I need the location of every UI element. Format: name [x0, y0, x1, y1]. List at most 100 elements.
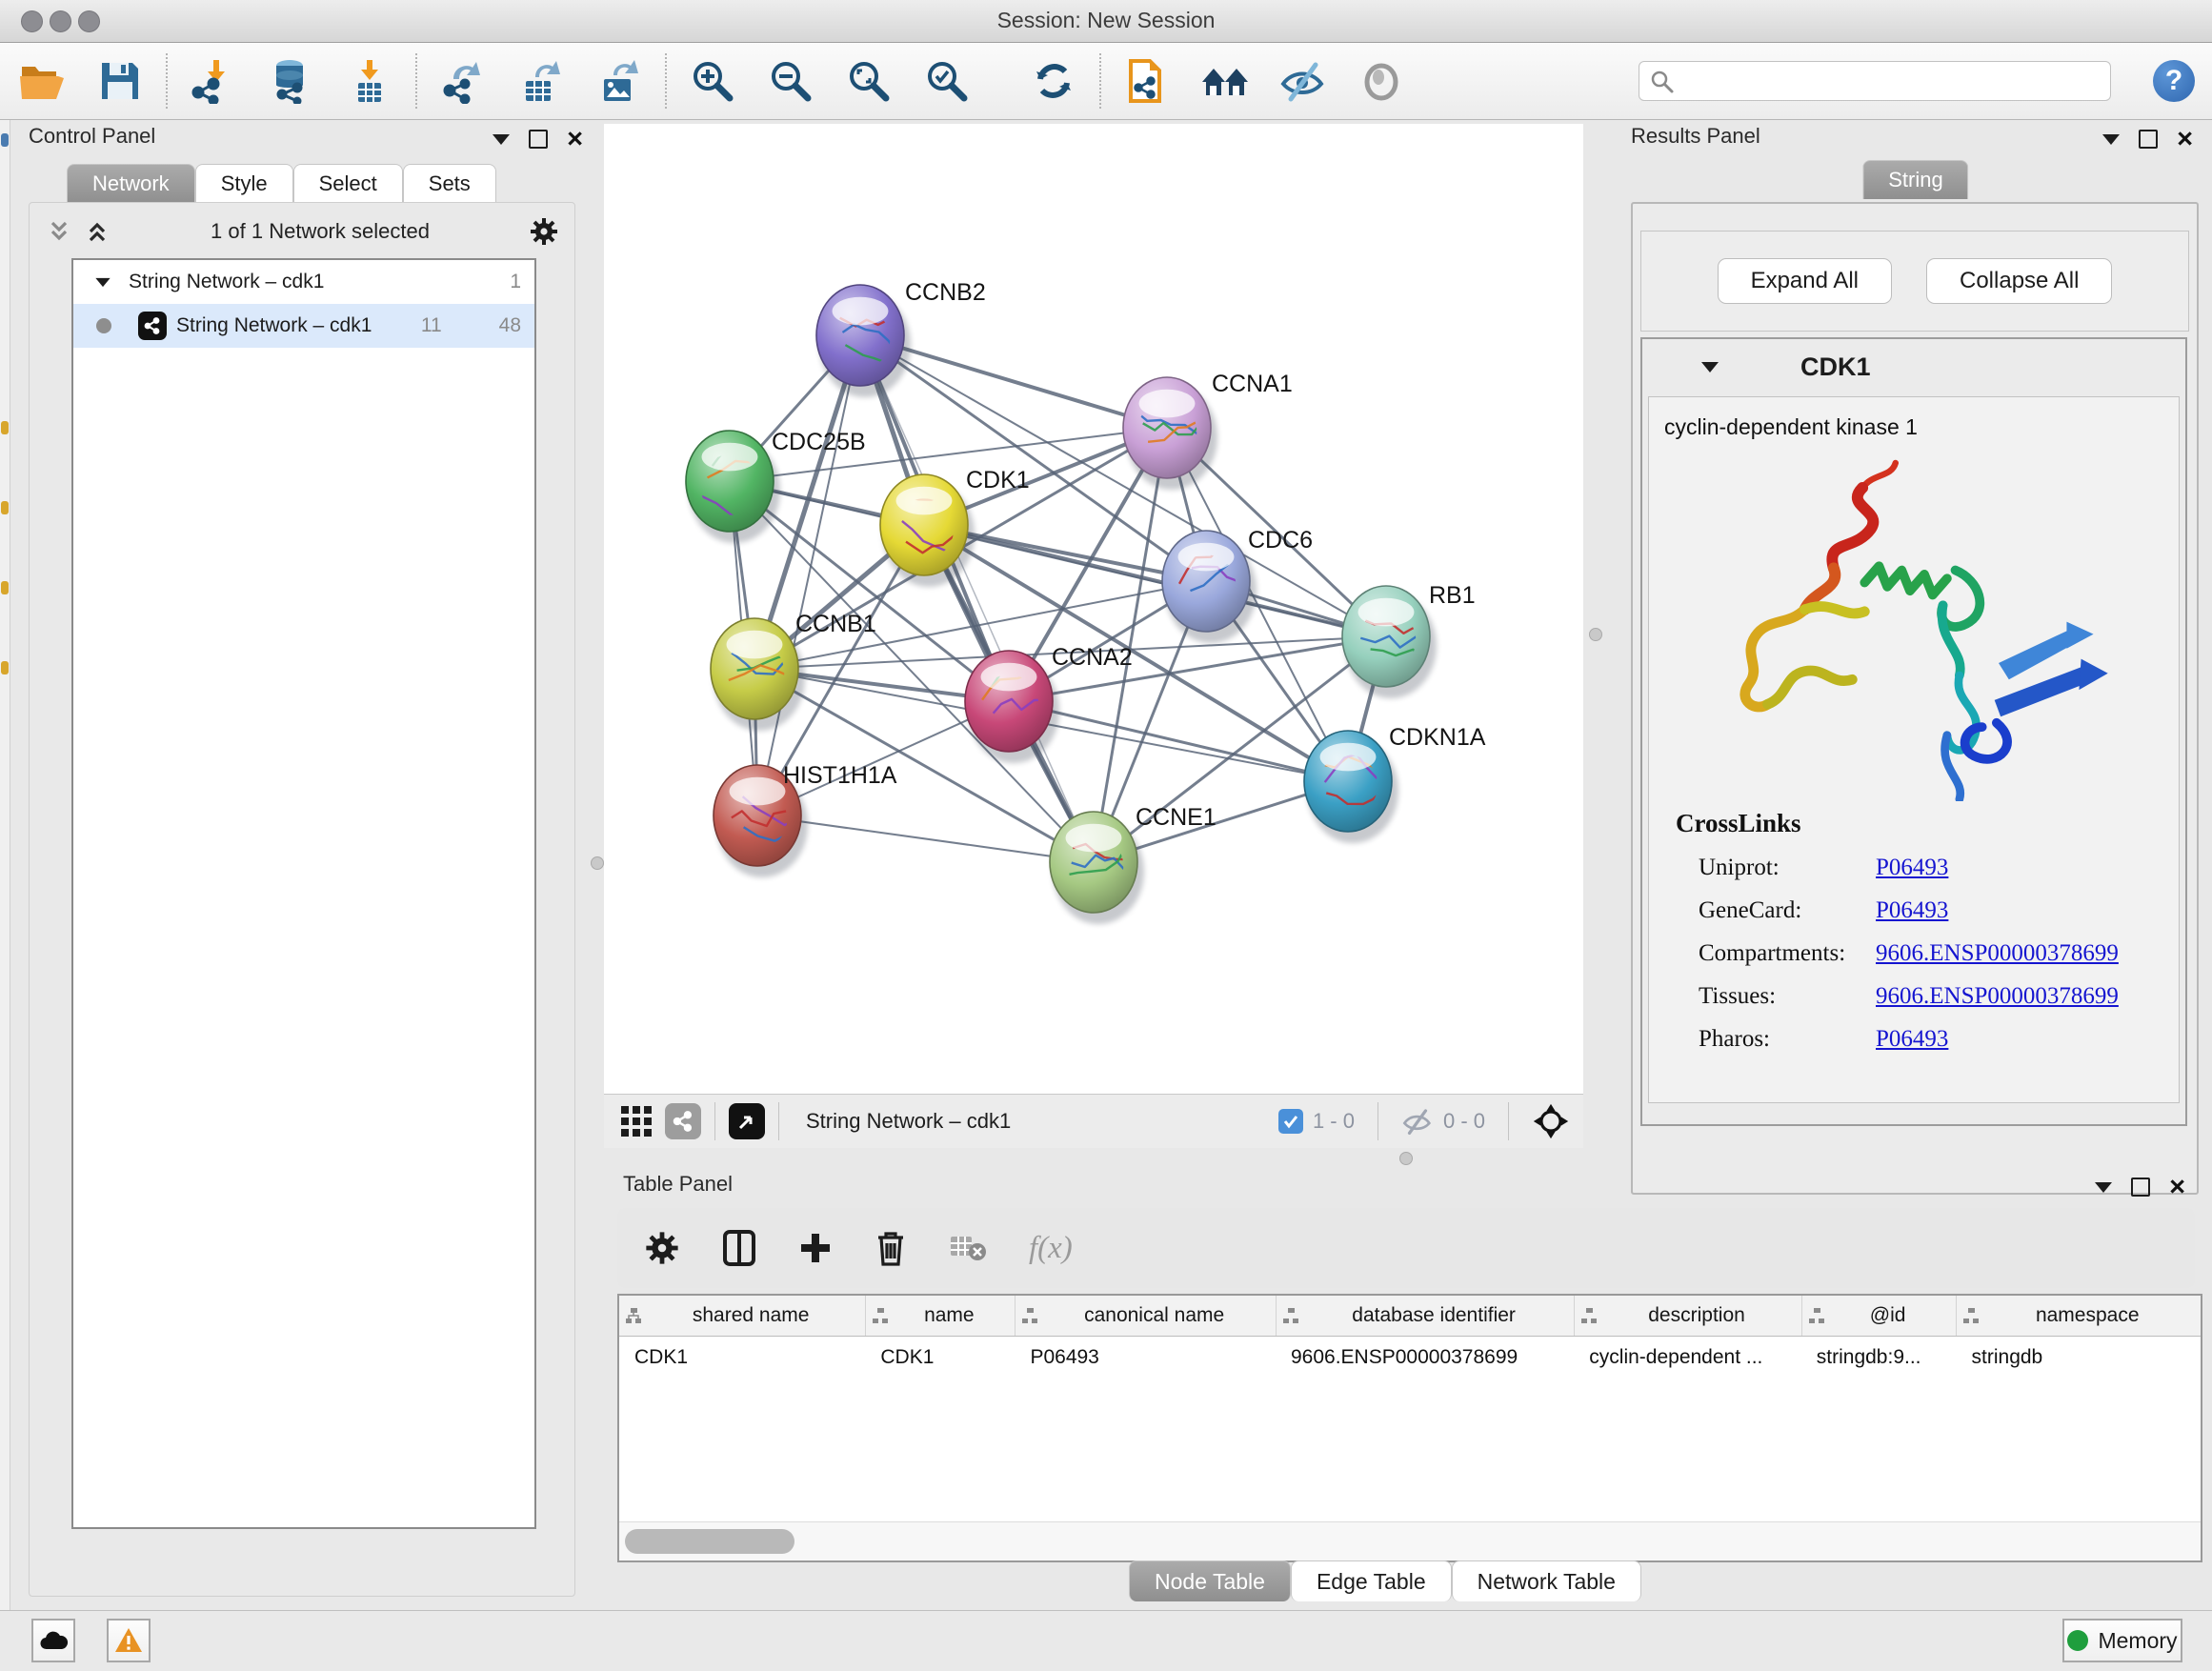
column-header[interactable]: namespace: [1980, 1304, 2195, 1327]
collapse-all-button[interactable]: Collapse All: [1926, 258, 2112, 304]
tab-network-table[interactable]: Network Table: [1452, 1560, 1641, 1601]
network-options-gear-icon[interactable]: [529, 216, 559, 247]
cell-canonical-name[interactable]: P06493: [1015, 1337, 1276, 1379]
cell-namespace[interactable]: stringdb: [1957, 1337, 2201, 1379]
show-columns-icon[interactable]: [722, 1229, 756, 1267]
svg-text:CDKN1A: CDKN1A: [1389, 724, 1486, 751]
network-share-view-icon[interactable]: [665, 1103, 701, 1139]
search-input[interactable]: [1639, 61, 2111, 101]
refresh-icon[interactable]: [1029, 56, 1078, 106]
import-network-from-database-icon[interactable]: [267, 56, 316, 106]
tab-edge-table[interactable]: Edge Table: [1291, 1560, 1452, 1601]
import-table-icon[interactable]: [345, 56, 394, 106]
app-window: Session: New Session: [0, 0, 2212, 1671]
column-header[interactable]: database identifier: [1299, 1304, 1568, 1327]
cloud-button[interactable]: [31, 1619, 75, 1662]
cell-description[interactable]: cyclin-dependent ...: [1574, 1337, 1801, 1379]
export-image-icon[interactable]: [594, 56, 644, 106]
home-icon[interactable]: [1200, 56, 1250, 106]
panel-close-icon[interactable]: ×: [567, 130, 583, 149]
selected-checkbox-icon[interactable]: [1278, 1109, 1303, 1134]
column-type-icon: [1962, 1307, 1980, 1324]
tab-select[interactable]: Select: [293, 164, 403, 203]
panel-close-icon[interactable]: ×: [2177, 130, 2193, 149]
panel-maximize-icon[interactable]: [529, 130, 548, 149]
tab-string[interactable]: String: [1862, 160, 1968, 199]
string-file-share-icon[interactable]: [1122, 56, 1172, 106]
tab-sets[interactable]: Sets: [403, 164, 496, 203]
panel-float-icon[interactable]: [2102, 134, 2120, 145]
open-session-icon[interactable]: [17, 56, 67, 106]
cell-database-identifier[interactable]: 9606.ENSP00000378699: [1276, 1337, 1574, 1379]
tab-style[interactable]: Style: [195, 164, 293, 203]
network-selection-status: 1 of 1 Network selected: [111, 219, 529, 244]
export-network-icon[interactable]: [438, 56, 488, 106]
table-row[interactable]: CDK1 CDK1 P06493 9606.ENSP00000378699 cy…: [619, 1337, 2201, 1379]
collapse-all-icon[interactable]: [45, 217, 73, 246]
network-collection-row[interactable]: String Network – cdk1 1: [73, 260, 534, 304]
table-options-gear-icon[interactable]: [644, 1230, 680, 1266]
column-header[interactable]: shared name: [642, 1304, 859, 1327]
horizontal-splitter-handle[interactable]: [1399, 1152, 1413, 1165]
memory-button[interactable]: Memory: [2062, 1619, 2182, 1662]
add-column-icon[interactable]: [798, 1231, 833, 1265]
fit-selected-crosshair-icon[interactable]: [1532, 1102, 1570, 1140]
svg-text:RB1: RB1: [1429, 582, 1476, 609]
expand-all-button[interactable]: Expand All: [1718, 258, 1892, 304]
export-table-icon[interactable]: [516, 56, 566, 106]
uniprot-link[interactable]: P06493: [1876, 855, 1948, 881]
cell-id[interactable]: stringdb:9...: [1801, 1337, 1957, 1379]
network-canvas[interactable]: CCNB2CCNA1CDC25BCDK1CDC6RB1CCNB1CCNA2CDK…: [604, 124, 1583, 1094]
table-panel-title: Table Panel: [623, 1172, 733, 1196]
genecard-link[interactable]: P06493: [1876, 897, 1948, 924]
cell-name[interactable]: CDK1: [865, 1337, 1015, 1379]
network-tree: String Network – cdk1 1 String Network –…: [71, 258, 536, 1529]
cell-shared-name[interactable]: CDK1: [619, 1337, 865, 1379]
panel-maximize-icon[interactable]: [2131, 1178, 2150, 1197]
window-title: Session: New Session: [0, 8, 2212, 33]
hide-selected-eye-icon[interactable]: [1278, 56, 1328, 106]
protein-network-graph[interactable]: CCNB2CCNA1CDC25BCDK1CDC6RB1CCNB1CCNA2CDK…: [604, 124, 1583, 1094]
delete-column-icon[interactable]: [875, 1229, 907, 1267]
zoom-in-icon[interactable]: [688, 56, 737, 106]
column-type-icon: [1580, 1307, 1598, 1324]
function-builder-icon: f(x): [1029, 1231, 1073, 1266]
expand-collapse-up-icon[interactable]: [83, 217, 111, 246]
warning-button[interactable]: [107, 1619, 151, 1662]
results-panel-title: Results Panel: [1631, 124, 1760, 148]
grid-view-icon[interactable]: [619, 1104, 654, 1138]
column-header[interactable]: @id: [1825, 1304, 1951, 1327]
panel-maximize-icon[interactable]: [2139, 130, 2158, 149]
import-network-icon[interactable]: [189, 56, 238, 106]
zoom-out-icon[interactable]: [766, 56, 815, 106]
show-all-eye-icon[interactable]: [1357, 56, 1406, 106]
left-splitter-handle[interactable]: [591, 856, 604, 870]
tissues-link[interactable]: 9606.ENSP00000378699: [1876, 983, 2119, 1010]
column-type-icon: [625, 1307, 642, 1324]
scrollbar-thumb[interactable]: [625, 1529, 794, 1554]
panel-close-icon[interactable]: ×: [2169, 1178, 2185, 1197]
column-header[interactable]: canonical name: [1038, 1304, 1270, 1327]
zoom-selected-icon[interactable]: [922, 56, 972, 106]
network-row-selected[interactable]: String Network – cdk1 11 48: [73, 304, 534, 348]
column-header[interactable]: name: [889, 1304, 1009, 1327]
help-icon[interactable]: ?: [2153, 60, 2195, 102]
horizontal-scrollbar[interactable]: [619, 1521, 2201, 1560]
birds-eye-view-icon[interactable]: [729, 1103, 765, 1139]
svg-text:CCNE1: CCNE1: [1136, 804, 1217, 831]
collection-name: String Network – cdk1: [129, 271, 324, 293]
column-type-icon: [1808, 1307, 1825, 1324]
tab-node-table[interactable]: Node Table: [1129, 1560, 1291, 1601]
column-header[interactable]: description: [1598, 1304, 1796, 1327]
tab-network[interactable]: Network: [67, 164, 195, 203]
entry-expander-icon[interactable]: [1701, 362, 1719, 372]
right-splitter-handle[interactable]: [1589, 628, 1602, 641]
tree-expander-icon[interactable]: [95, 277, 110, 286]
compartments-link[interactable]: 9606.ENSP00000378699: [1876, 940, 2119, 967]
panel-float-icon[interactable]: [493, 134, 510, 145]
save-session-icon[interactable]: [95, 56, 145, 106]
pharos-link[interactable]: P06493: [1876, 1026, 1948, 1053]
node-entry-header[interactable]: CDK1: [1642, 339, 2185, 394]
zoom-fit-icon[interactable]: [844, 56, 894, 106]
panel-float-icon[interactable]: [2095, 1182, 2112, 1193]
